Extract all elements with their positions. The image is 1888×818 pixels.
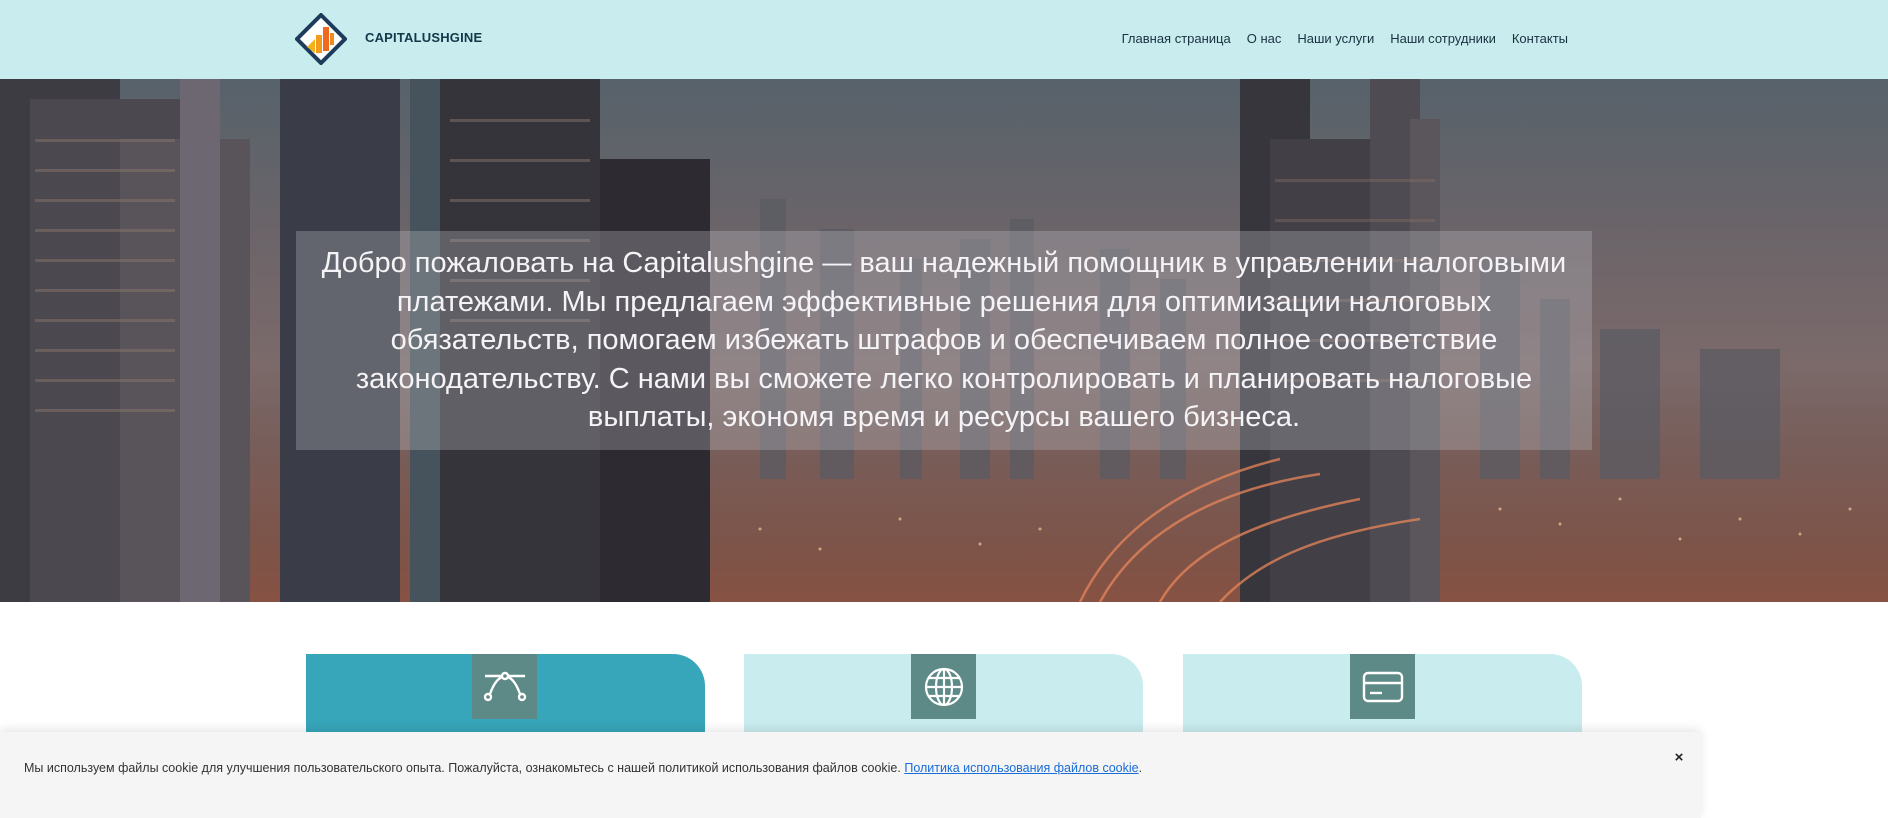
nav-about[interactable]: О нас xyxy=(1247,31,1282,46)
nav-services[interactable]: Наши услуги xyxy=(1297,31,1374,46)
close-icon[interactable]: × xyxy=(1669,748,1689,768)
hero-heading: Добро пожаловать на Capitalushgine — ваш… xyxy=(321,247,1567,434)
brand-name[interactable]: CAPITALUSHGINE xyxy=(365,30,482,45)
globe-icon xyxy=(911,654,976,719)
hero-section: Добро пожаловать на Capitalushgine — ваш… xyxy=(0,79,1888,602)
main-nav: Главная страница О нас Наши услуги Наши … xyxy=(1122,31,1568,46)
credit-card-icon xyxy=(1350,654,1415,719)
bezier-curve-icon xyxy=(472,654,537,719)
nav-home[interactable]: Главная страница xyxy=(1122,31,1231,46)
cookie-policy-link[interactable]: Политика использования файлов cookie xyxy=(904,761,1138,775)
cookie-banner: Мы используем файлы cookie для улучшения… xyxy=(0,732,1701,818)
cookie-message: Мы используем файлы cookie для улучшения… xyxy=(24,761,1142,775)
site-header: CAPITALUSHGINE Главная страница О нас На… xyxy=(0,0,1888,79)
nav-team[interactable]: Наши сотрудники xyxy=(1390,31,1496,46)
cookie-text: Мы используем файлы cookie для улучшения… xyxy=(24,761,901,775)
nav-contacts[interactable]: Контакты xyxy=(1512,31,1568,46)
hero-text-box: Добро пожаловать на Capitalushgine — ваш… xyxy=(296,231,1592,450)
cookie-suffix: . xyxy=(1138,761,1143,775)
logo-icon[interactable] xyxy=(294,12,348,66)
